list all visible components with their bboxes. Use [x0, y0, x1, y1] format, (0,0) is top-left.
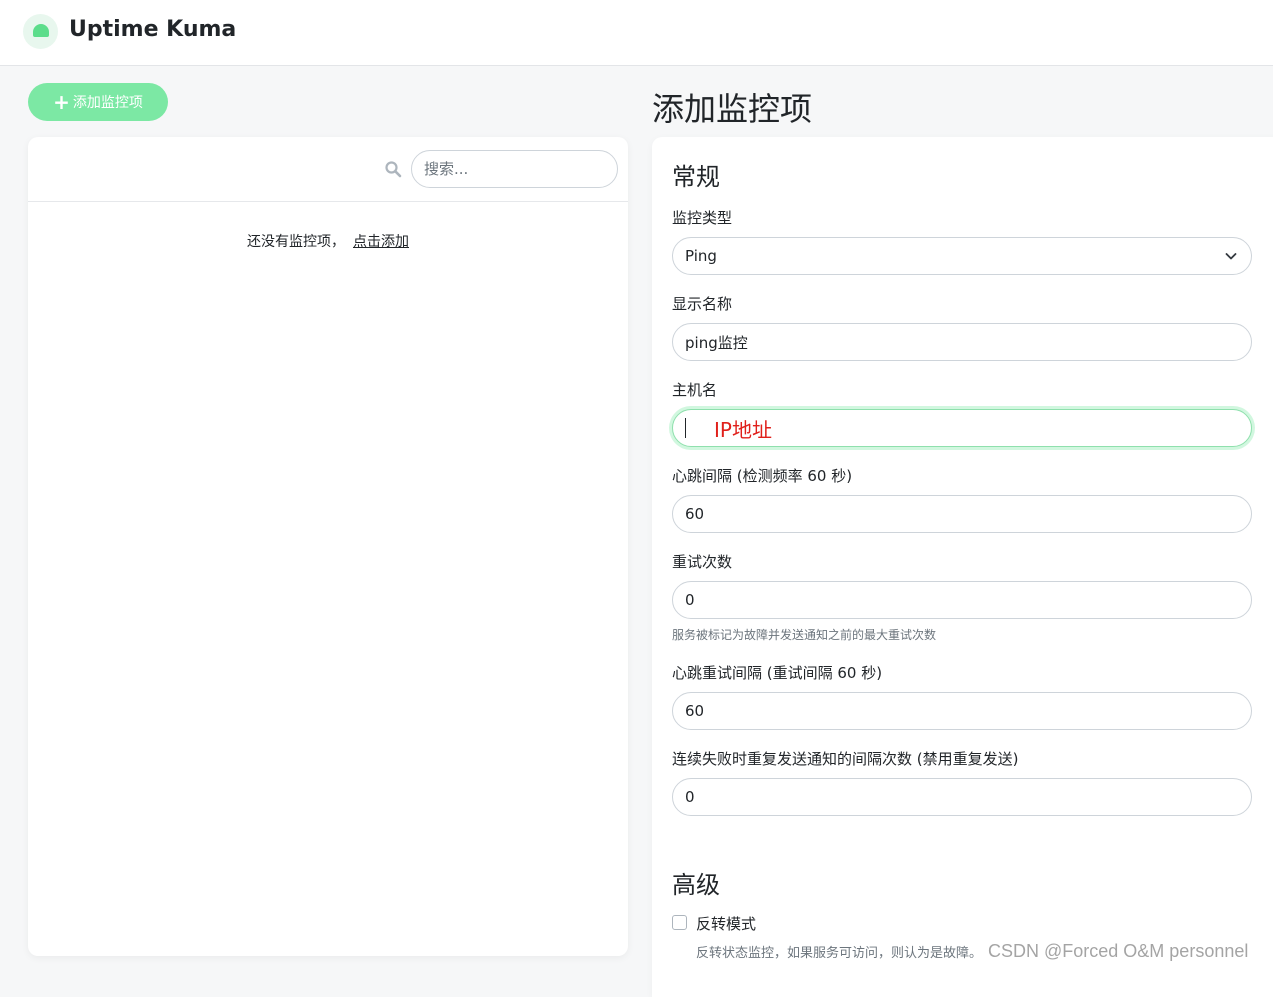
heartbeat-interval-value: 60 — [685, 505, 705, 523]
page-title: 添加监控项 — [652, 90, 813, 128]
top-navbar: Uptime Kuma — [0, 0, 1273, 66]
monitor-type-label: 监控类型 — [672, 209, 733, 227]
retry-interval-input[interactable]: 60 — [672, 692, 1252, 730]
plus-icon: + — [53, 90, 70, 114]
heartbeat-interval-label: 心跳间隔 (检测频率 60 秒) — [672, 467, 853, 485]
app-title[interactable]: Uptime Kuma — [69, 17, 236, 42]
resend-interval-value: 0 — [685, 788, 695, 806]
add-monitor-button-label: 添加监控项 — [72, 95, 143, 111]
watermark: CSDN @Forced O&M personnel — [988, 941, 1249, 961]
display-name-label: 显示名称 — [672, 295, 733, 313]
monitor-type-select[interactable]: Ping — [672, 237, 1252, 275]
display-name-input[interactable]: ping监控 — [672, 323, 1252, 361]
search-icon — [385, 161, 402, 178]
hostname-input[interactable]: IP地址 — [672, 409, 1252, 447]
general-section-title: 常规 — [672, 163, 720, 191]
hostname-annotation: IP地址 — [714, 417, 772, 442]
click-to-add-link[interactable]: 点击添加 — [353, 234, 409, 250]
empty-list-text: 还没有监控项， — [247, 234, 345, 250]
upside-down-checkbox[interactable] — [672, 915, 687, 930]
upside-down-label[interactable]: 反转模式 — [696, 913, 756, 934]
retry-interval-label: 心跳重试间隔 (重试间隔 60 秒) — [672, 664, 883, 682]
resend-interval-input[interactable]: 0 — [672, 778, 1252, 816]
hostname-label: 主机名 — [672, 381, 718, 399]
monitor-list-panel: 还没有监控项， 点击添加 — [28, 137, 628, 956]
text-caret — [685, 418, 686, 438]
display-name-value: ping监控 — [685, 333, 748, 352]
resend-interval-label: 连续失败时重复发送通知的间隔次数 (禁用重复发送) — [672, 750, 1019, 768]
monitor-list-header — [28, 137, 628, 202]
uptime-kuma-logo-icon[interactable] — [23, 14, 58, 49]
heartbeat-interval-input[interactable]: 60 — [672, 495, 1252, 533]
monitor-type-value: Ping — [685, 247, 717, 265]
advanced-section-title: 高级 — [672, 871, 720, 899]
add-monitor-form: 常规 监控类型 Ping 显示名称 ping监控 主机名 IP地址 心跳间隔 (… — [652, 137, 1273, 997]
chevron-down-icon — [1225, 253, 1237, 260]
search-input[interactable] — [411, 150, 618, 188]
upside-down-help-text: 反转状态监控，如果服务可访问，则认为是故障。 — [696, 946, 983, 961]
retries-label: 重试次数 — [672, 553, 733, 571]
empty-list-message: 还没有监控项， 点击添加 — [28, 231, 628, 251]
retries-help-text: 服务被标记为故障并发送通知之前的最大重试次数 — [672, 628, 937, 642]
retry-interval-value: 60 — [685, 702, 705, 720]
retries-input[interactable]: 0 — [672, 581, 1252, 619]
retries-value: 0 — [685, 591, 695, 609]
add-monitor-button[interactable]: + 添加监控项 — [28, 83, 168, 121]
